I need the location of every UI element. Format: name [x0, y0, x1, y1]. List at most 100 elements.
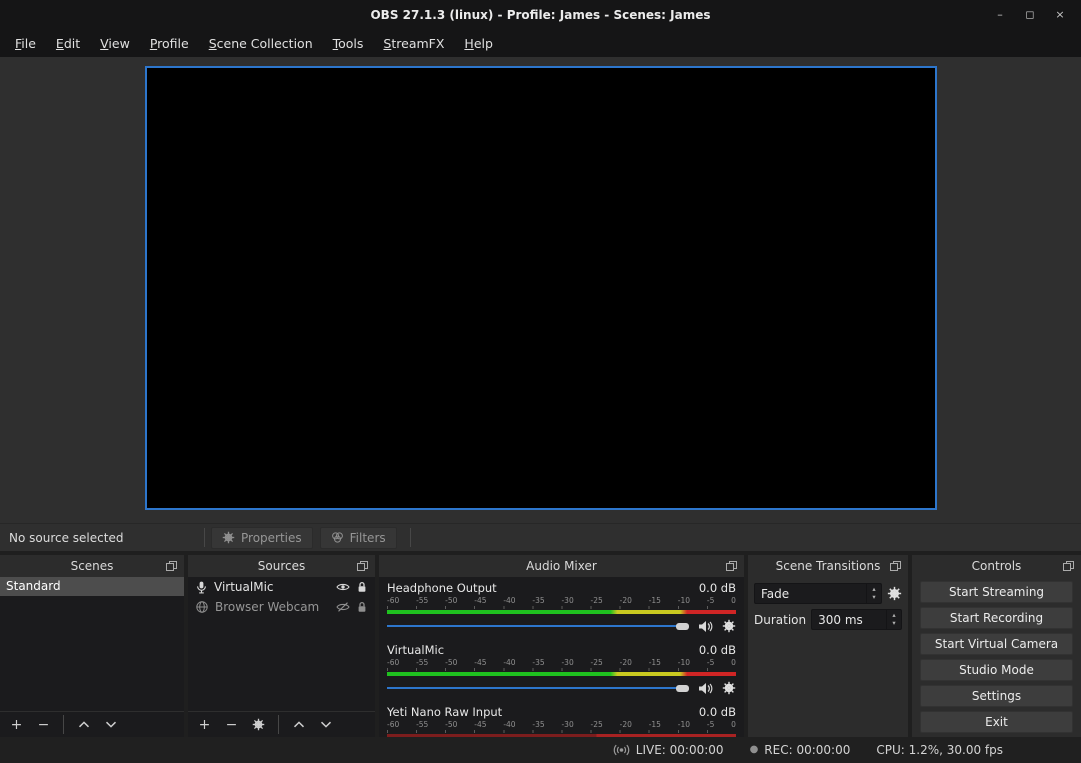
volume-slider-track	[387, 687, 686, 689]
visibility-eye-slash-icon[interactable]	[336, 602, 350, 612]
volume-slider-handle[interactable]	[676, 685, 689, 692]
menu-help[interactable]: Help	[454, 32, 503, 55]
meter-tick-label: -55	[416, 658, 428, 667]
speaker-mute-icon[interactable]	[698, 682, 713, 695]
properties-button[interactable]: Properties	[211, 527, 313, 549]
channel-settings-gear-icon[interactable]	[722, 681, 736, 695]
titlebar[interactable]: OBS 27.1.3 (linux) - Profile: James - Sc…	[0, 0, 1081, 30]
source-properties-gear-icon[interactable]	[245, 715, 272, 735]
meter-tick-label: -35	[532, 720, 544, 729]
meter-tick-label: -20	[620, 720, 632, 729]
popout-icon[interactable]	[1063, 561, 1074, 571]
audio-mixer-body: Headphone Output 0.0 dB -60-55-50-45-40-…	[379, 577, 744, 737]
duration-spinner[interactable]: ▴ ▾	[886, 610, 901, 629]
menu-view[interactable]: View	[90, 32, 140, 55]
menu-tools[interactable]: Tools	[323, 32, 374, 55]
transition-selected-value: Fade	[755, 587, 866, 601]
meter-tick-label: -15	[649, 720, 661, 729]
volume-meter	[387, 672, 736, 676]
controls-dock-header[interactable]: Controls	[912, 555, 1081, 577]
maximize-button[interactable]: ◻	[1015, 0, 1045, 30]
popout-icon[interactable]	[357, 561, 368, 571]
lock-icon[interactable]	[357, 581, 367, 593]
meter-tick-label: -40	[503, 720, 515, 729]
move-source-down-icon[interactable]	[312, 715, 339, 735]
remove-scene-icon[interactable]: −	[30, 715, 57, 735]
start-recording-button[interactable]: Start Recording	[920, 607, 1073, 629]
preview-area	[0, 57, 1081, 523]
meter-tick-label: 0	[731, 658, 736, 667]
speaker-mute-icon[interactable]	[698, 620, 713, 633]
transition-select[interactable]: Fade ▴ ▾	[754, 583, 882, 604]
combo-spinner[interactable]: ▴ ▾	[866, 584, 881, 603]
volume-meter	[387, 610, 736, 614]
sources-dock-header[interactable]: Sources	[188, 555, 375, 577]
meter-scale: -60-55-50-45-40-35-30-25-20-15-10-50	[387, 658, 736, 667]
menu-streamfx[interactable]: StreamFX	[373, 32, 454, 55]
move-scene-up-icon[interactable]	[70, 715, 97, 735]
remove-source-icon[interactable]: −	[218, 715, 245, 735]
menu-profile[interactable]: Profile	[140, 32, 199, 55]
add-source-icon[interactable]: +	[191, 715, 218, 735]
properties-label: Properties	[241, 531, 302, 545]
close-button[interactable]: ×	[1045, 0, 1075, 30]
preview-canvas[interactable]	[145, 66, 937, 510]
popout-icon[interactable]	[726, 561, 737, 571]
meter-tick-label: -20	[620, 596, 632, 605]
transition-properties-gear-icon[interactable]	[887, 586, 902, 601]
start-virtual-camera-button[interactable]: Start Virtual Camera	[920, 633, 1073, 655]
meter-tick-label: 0	[731, 720, 736, 729]
channel-settings-gear-icon[interactable]	[722, 619, 736, 633]
meter-tick-label: -55	[416, 720, 428, 729]
exit-button[interactable]: Exit	[920, 711, 1073, 733]
scenes-dock-title: Scenes	[71, 559, 114, 573]
duration-value: 300 ms	[812, 613, 886, 627]
window-title: OBS 27.1.3 (linux) - Profile: James - Sc…	[0, 8, 1081, 22]
obs-window: OBS 27.1.3 (linux) - Profile: James - Sc…	[0, 0, 1081, 763]
window-controls: – ◻ ×	[985, 0, 1081, 30]
mixer-channel-volume: 0.0 dB	[699, 581, 736, 596]
audio-mixer-dock-header[interactable]: Audio Mixer	[379, 555, 744, 577]
meter-tick-label: -10	[678, 596, 690, 605]
source-row-virtualmic[interactable]: VirtualMic	[188, 577, 375, 597]
meter-tick-label: -5	[707, 720, 714, 729]
meter-tick-label: -35	[532, 596, 544, 605]
spinner-down-icon[interactable]: ▾	[892, 620, 895, 627]
minimize-button[interactable]: –	[985, 0, 1015, 30]
scene-transitions-dock-title: Scene Transitions	[776, 559, 881, 573]
move-scene-down-icon[interactable]	[97, 715, 124, 735]
meter-tick-label: -35	[532, 658, 544, 667]
meter-tick-label: -15	[649, 596, 661, 605]
scenes-dock-header[interactable]: Scenes	[0, 555, 184, 577]
menu-bar: File Edit View Profile Scene Collection …	[0, 30, 1081, 57]
duration-spinbox[interactable]: 300 ms ▴ ▾	[811, 609, 902, 630]
volume-slider-handle[interactable]	[676, 623, 689, 630]
meter-tick-label: -30	[561, 720, 573, 729]
menu-edit[interactable]: Edit	[46, 32, 90, 55]
spinner-down-icon[interactable]: ▾	[872, 594, 875, 601]
scene-transitions-dock-header[interactable]: Scene Transitions	[748, 555, 908, 577]
popout-icon[interactable]	[166, 561, 177, 571]
studio-mode-button[interactable]: Studio Mode	[920, 659, 1073, 681]
scene-item-standard[interactable]: Standard	[0, 577, 184, 596]
sources-list: VirtualMic Browser Webcam	[188, 577, 375, 711]
move-source-up-icon[interactable]	[285, 715, 312, 735]
volume-slider[interactable]	[387, 619, 689, 633]
audio-mixer-dock: Audio Mixer Headphone Output 0.0 dB -60-…	[379, 555, 744, 737]
menu-file[interactable]: File	[5, 32, 46, 55]
settings-button[interactable]: Settings	[920, 685, 1073, 707]
add-scene-icon[interactable]: +	[3, 715, 30, 735]
filters-button[interactable]: Filters	[320, 527, 397, 549]
source-toolbar: No source selected Properties Filters	[0, 523, 1081, 551]
popout-icon[interactable]	[890, 561, 901, 571]
toolbar-divider	[410, 528, 411, 547]
start-streaming-button[interactable]: Start Streaming	[920, 581, 1073, 603]
lock-icon[interactable]	[357, 601, 367, 613]
scenes-toolbar: + −	[0, 711, 184, 737]
menu-scene-collection[interactable]: Scene Collection	[199, 32, 323, 55]
meter-tick-label: -45	[474, 596, 486, 605]
visibility-eye-icon[interactable]	[336, 582, 350, 592]
source-row-browser-webcam[interactable]: Browser Webcam	[188, 597, 375, 617]
volume-slider[interactable]	[387, 681, 689, 695]
meter-tick-label: -25	[591, 720, 603, 729]
